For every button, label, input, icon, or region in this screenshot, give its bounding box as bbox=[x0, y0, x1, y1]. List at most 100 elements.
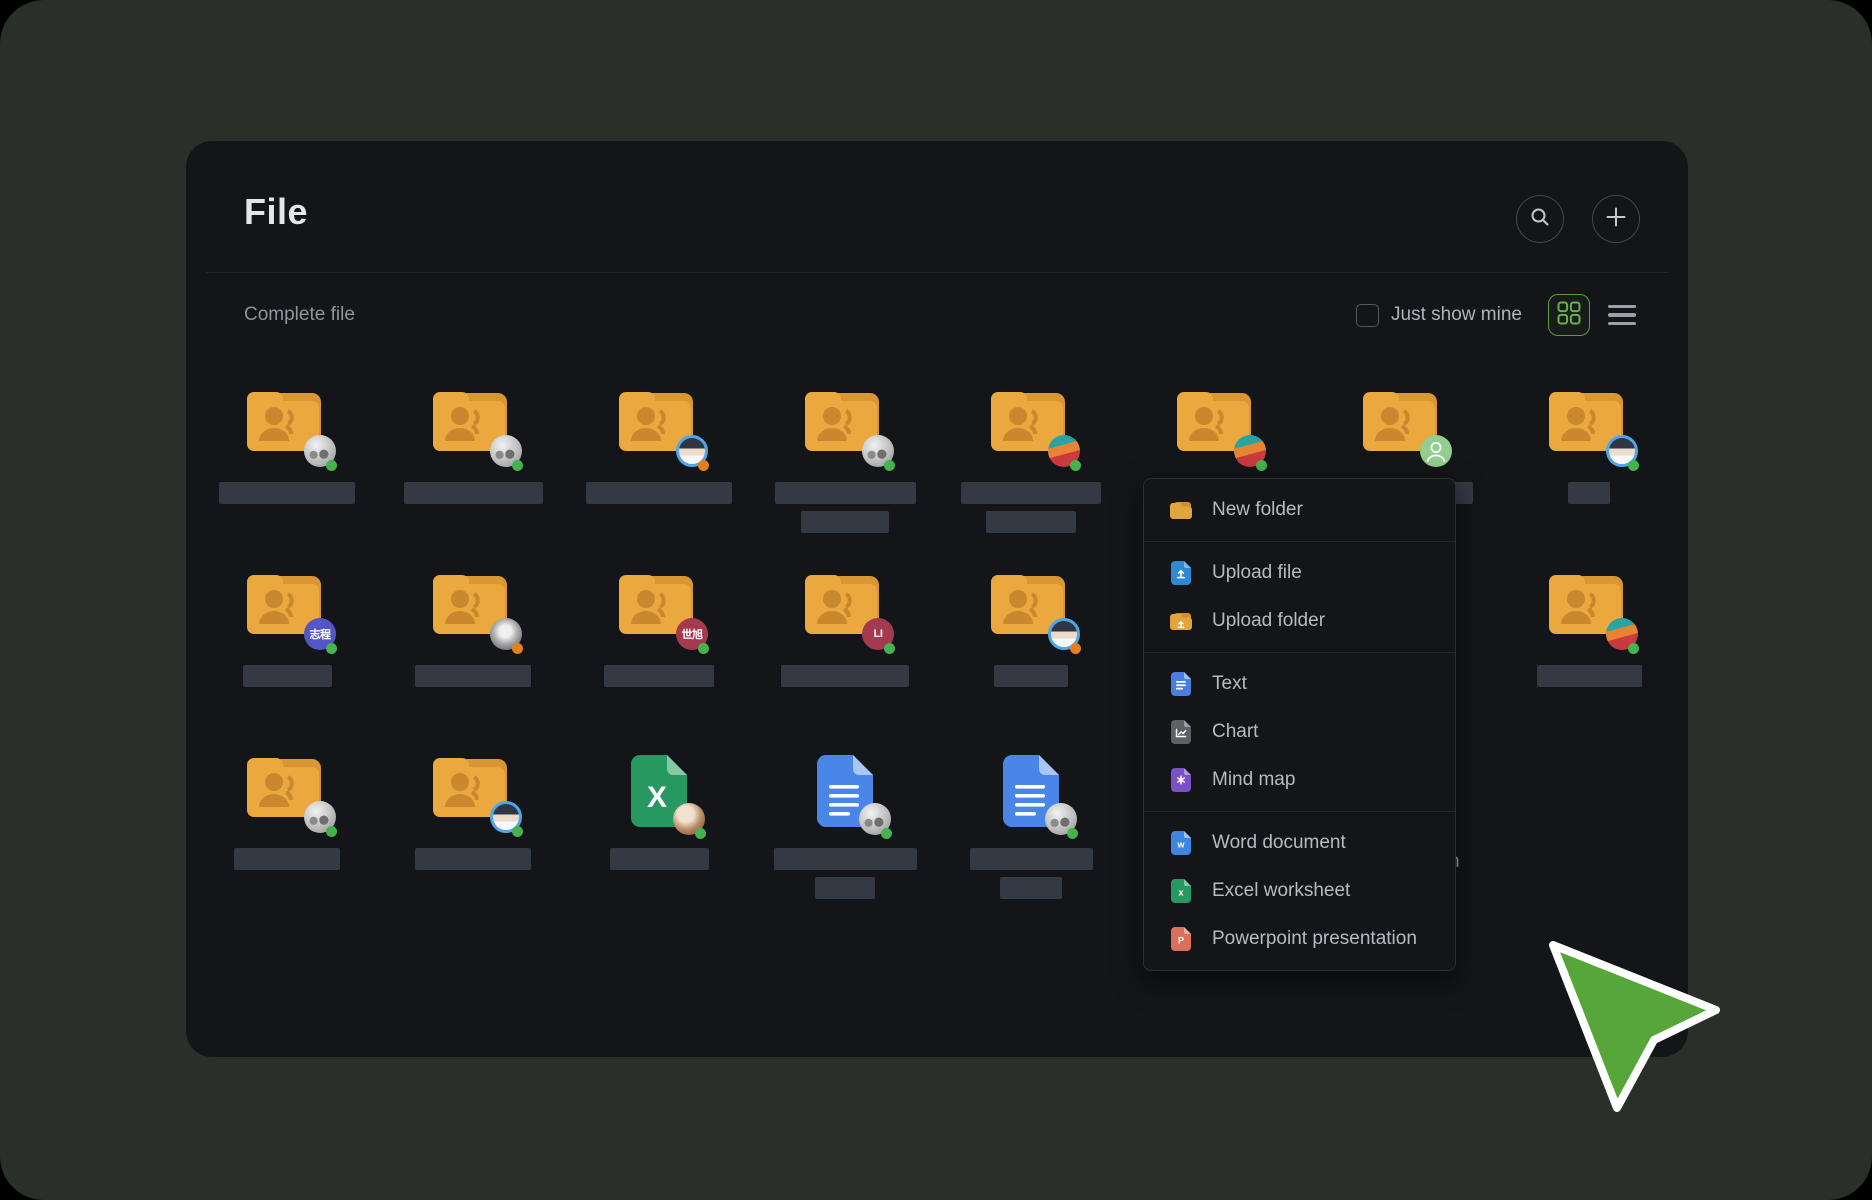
new-folder-icon bbox=[1170, 498, 1192, 522]
status-dot bbox=[698, 643, 709, 654]
desktop-background: File Complete file Just show mine bbox=[0, 0, 1872, 1200]
menu-item-upload-folder[interactable]: Upload folder bbox=[1144, 597, 1455, 645]
skeleton-bar bbox=[404, 482, 543, 504]
filename-skeleton bbox=[579, 665, 739, 687]
shared-folder-icon bbox=[207, 755, 367, 819]
status-dot bbox=[1067, 828, 1078, 839]
shared-folder-tile[interactable] bbox=[1509, 389, 1669, 539]
status-dot bbox=[1070, 460, 1081, 471]
status-dot bbox=[881, 828, 892, 839]
skeleton-bar bbox=[781, 665, 909, 687]
filename-skeleton bbox=[393, 482, 553, 504]
skeleton-bar bbox=[415, 665, 531, 687]
menu-item-mindmap[interactable]: Mind map bbox=[1144, 756, 1455, 804]
document-file-tile[interactable] bbox=[765, 755, 925, 905]
menu-item-ppt[interactable]: P Powerpoint presentation bbox=[1144, 915, 1455, 963]
default-person-avatar bbox=[1420, 435, 1452, 467]
shared-folder-icon bbox=[393, 572, 553, 636]
word-icon: w bbox=[1170, 831, 1192, 855]
skeleton-bar bbox=[610, 848, 709, 870]
status-dot bbox=[884, 643, 895, 654]
status-dot bbox=[1628, 460, 1639, 471]
shared-folder-icon bbox=[1509, 389, 1669, 453]
filename-skeleton bbox=[1509, 665, 1669, 687]
svg-text:X: X bbox=[647, 781, 667, 814]
menu-item-label: Text bbox=[1212, 673, 1247, 695]
shared-folder-icon bbox=[393, 389, 553, 453]
shared-folder-tile[interactable] bbox=[951, 389, 1111, 539]
menu-item-label: Powerpoint presentation bbox=[1212, 928, 1417, 950]
filename-skeleton bbox=[765, 848, 925, 899]
mindmap-icon bbox=[1170, 768, 1192, 792]
menu-section: New folder bbox=[1144, 479, 1455, 541]
menu-item-upload-file[interactable]: Upload file bbox=[1144, 549, 1455, 597]
shared-folder-tile[interactable] bbox=[393, 572, 553, 722]
filename-skeleton bbox=[207, 665, 367, 687]
shared-folder-tile[interactable] bbox=[951, 572, 1111, 722]
upload-folder-icon bbox=[1170, 609, 1192, 633]
shared-folder-tile[interactable] bbox=[765, 389, 925, 539]
menu-item-label: Mind map bbox=[1212, 769, 1295, 791]
shared-folder-tile[interactable] bbox=[1509, 572, 1669, 722]
menu-item-text[interactable]: Text bbox=[1144, 660, 1455, 708]
status-dot bbox=[326, 826, 337, 837]
shared-folder-icon bbox=[765, 572, 925, 636]
shared-folder-tile[interactable] bbox=[207, 755, 367, 905]
skeleton-bar bbox=[219, 482, 355, 504]
status-dot bbox=[698, 460, 709, 471]
skeleton-bar bbox=[801, 511, 889, 533]
shared-folder-icon bbox=[951, 572, 1111, 636]
skeleton-bar bbox=[961, 482, 1101, 504]
skeleton-bar bbox=[415, 848, 531, 870]
menu-item-word[interactable]: w Word document bbox=[1144, 819, 1455, 867]
shared-folder-icon bbox=[1323, 389, 1483, 453]
shared-folder-icon bbox=[1137, 389, 1297, 453]
ppt-icon: P bbox=[1170, 927, 1192, 951]
filename-skeleton bbox=[1509, 482, 1669, 504]
status-dot bbox=[512, 460, 523, 471]
filename-skeleton bbox=[765, 665, 925, 687]
menu-item-label: Chart bbox=[1212, 721, 1258, 743]
shared-folder-tile[interactable]: 世旭 bbox=[579, 572, 739, 722]
skeleton-bar bbox=[775, 482, 916, 504]
file-grid: 志程 世旭 bbox=[186, 141, 1688, 1057]
skeleton-bar bbox=[774, 848, 917, 870]
menu-item-excel[interactable]: x Excel worksheet bbox=[1144, 867, 1455, 915]
status-dot bbox=[512, 643, 523, 654]
shared-folder-icon bbox=[765, 389, 925, 453]
status-dot bbox=[326, 460, 337, 471]
status-dot bbox=[1256, 460, 1267, 471]
menu-section: w Word document x Excel worksheet P Powe… bbox=[1144, 811, 1455, 970]
doc-file-icon bbox=[951, 755, 1111, 827]
shared-folder-tile[interactable] bbox=[393, 755, 553, 905]
shared-folder-icon bbox=[207, 389, 367, 453]
status-dot bbox=[1070, 643, 1081, 654]
filename-skeleton bbox=[393, 665, 553, 687]
menu-item-label: New folder bbox=[1212, 499, 1303, 521]
text-icon bbox=[1170, 672, 1192, 696]
status-dot bbox=[512, 826, 523, 837]
shared-folder-tile[interactable] bbox=[579, 389, 739, 539]
upload-file-icon bbox=[1170, 561, 1192, 585]
doc-file-icon bbox=[765, 755, 925, 827]
shared-folder-tile[interactable] bbox=[207, 389, 367, 539]
status-dot bbox=[1628, 643, 1639, 654]
menu-item-chart[interactable]: Chart bbox=[1144, 708, 1455, 756]
document-file-tile[interactable] bbox=[951, 755, 1111, 905]
menu-section: Text Chart Mind map bbox=[1144, 652, 1455, 811]
excel-file-tile[interactable]: X bbox=[579, 755, 739, 905]
shared-folder-tile[interactable]: LI bbox=[765, 572, 925, 722]
shared-folder-tile[interactable]: 志程 bbox=[207, 572, 367, 722]
menu-item-new-folder[interactable]: New folder bbox=[1144, 486, 1455, 534]
shared-folder-icon bbox=[579, 389, 739, 453]
chart-icon bbox=[1170, 720, 1192, 744]
svg-text:w: w bbox=[1176, 840, 1185, 850]
status-dot bbox=[884, 460, 895, 471]
status-dot bbox=[695, 828, 706, 839]
shared-folder-tile[interactable] bbox=[393, 389, 553, 539]
skeleton-bar bbox=[986, 511, 1076, 533]
file-manager-window: File Complete file Just show mine bbox=[186, 141, 1688, 1057]
filename-skeleton bbox=[207, 848, 367, 870]
menu-section: Upload file Upload folder bbox=[1144, 541, 1455, 652]
skeleton-bar bbox=[586, 482, 732, 504]
